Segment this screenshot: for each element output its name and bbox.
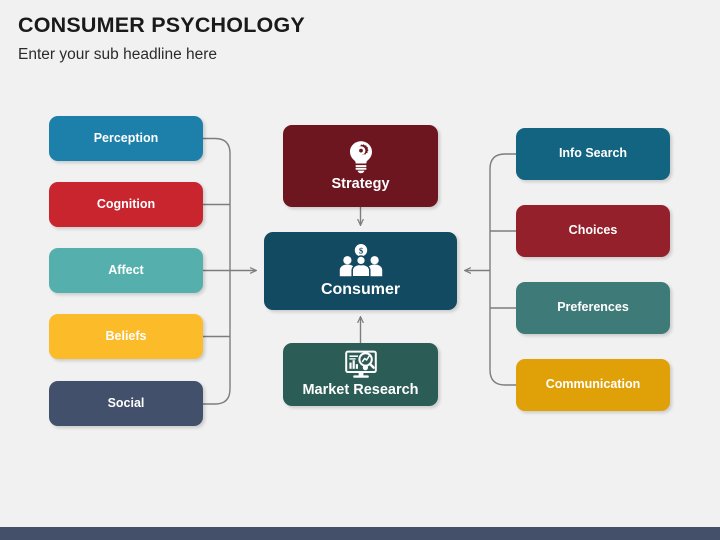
node-choices[interactable]: Choices — [516, 205, 670, 257]
monitor-chart-search-icon — [344, 350, 378, 380]
node-market-research[interactable]: Market Research — [283, 343, 438, 406]
node-communication[interactable]: Communication — [516, 359, 670, 411]
right-bus-line — [489, 153, 516, 386]
node-label: Preferences — [557, 300, 629, 315]
node-preferences[interactable]: Preferences — [516, 282, 670, 334]
node-social[interactable]: Social — [49, 381, 203, 426]
node-label: Strategy — [331, 175, 390, 192]
node-label: Perception — [93, 130, 159, 145]
node-perception[interactable]: Perception — [49, 116, 203, 161]
node-strategy[interactable]: Strategy — [283, 125, 438, 207]
left-bus-line — [203, 137, 231, 405]
node-label: Cognition — [96, 196, 156, 211]
node-label: Market Research — [302, 382, 419, 399]
node-label: Consumer — [320, 280, 401, 298]
node-info-search[interactable]: Info Search — [516, 128, 670, 180]
node-beliefs[interactable]: Beliefs — [49, 314, 203, 359]
node-label: Choices — [568, 223, 618, 238]
node-consumer[interactable]: $ Consumer — [264, 232, 457, 310]
footer-accent-bar — [0, 527, 720, 540]
slide-canvas: CONSUMER PSYCHOLOGY Enter your sub headl… — [0, 0, 720, 540]
node-label: Affect — [108, 262, 144, 277]
node-affect[interactable]: Affect — [49, 248, 203, 293]
node-label: Communication — [545, 377, 641, 392]
node-label: Info Search — [558, 146, 628, 161]
node-label: Social — [107, 395, 145, 410]
node-label: Beliefs — [105, 328, 147, 343]
lightbulb-gear-icon — [346, 140, 376, 174]
consumer-psychology-diagram: Perception Cognition Affect Beliefs Soci… — [0, 0, 720, 540]
node-cognition[interactable]: Cognition — [49, 182, 203, 227]
people-money-icon: $ — [338, 243, 384, 278]
svg-text:$: $ — [358, 245, 363, 255]
